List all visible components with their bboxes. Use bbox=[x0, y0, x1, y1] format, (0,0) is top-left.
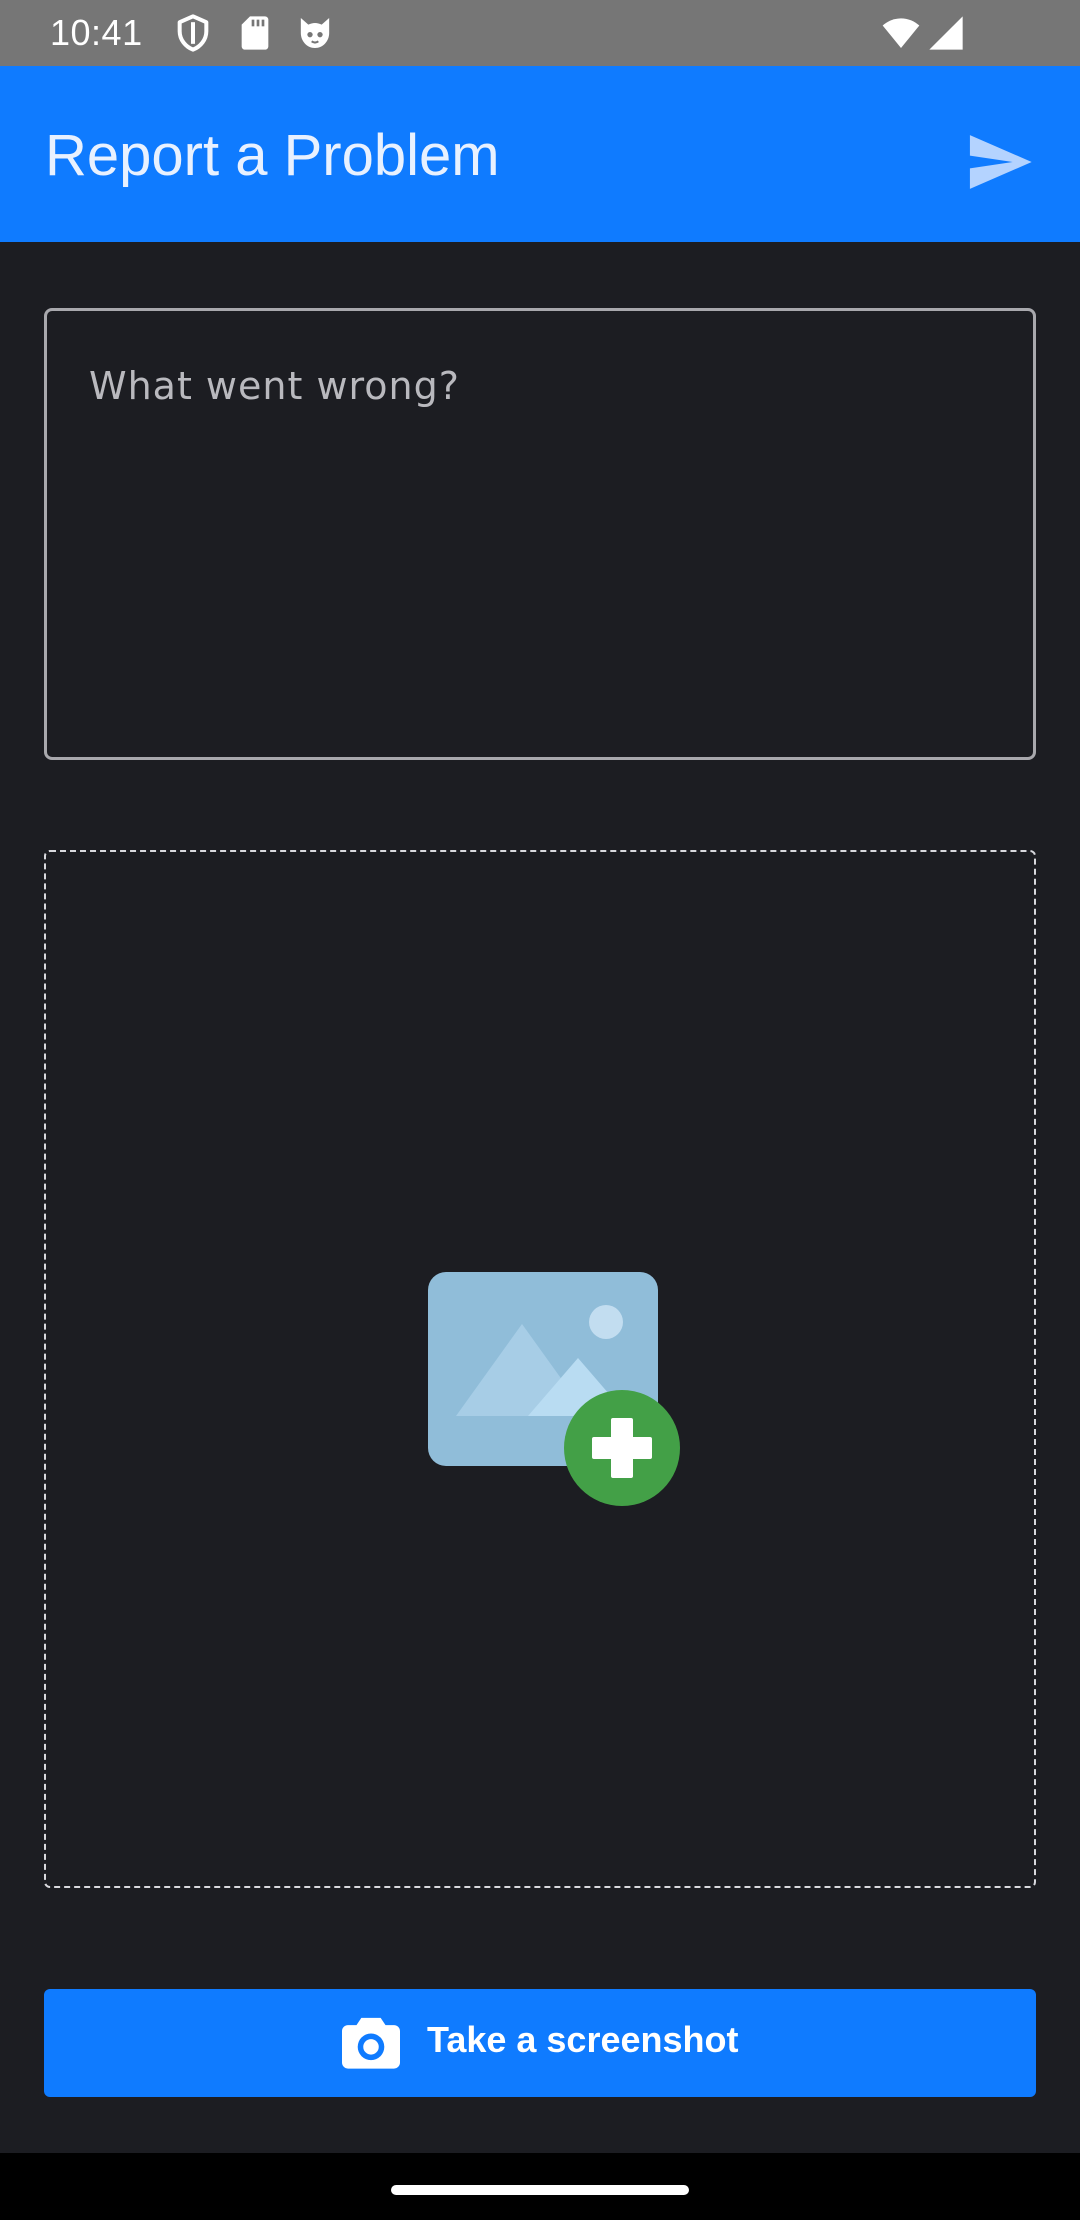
send-button[interactable] bbox=[962, 124, 1038, 200]
take-screenshot-button[interactable]: Take a screenshot bbox=[44, 1989, 1036, 2097]
status-time: 10:41 bbox=[50, 12, 143, 53]
send-icon bbox=[969, 135, 1032, 189]
sd-card-icon bbox=[235, 13, 275, 53]
camera-icon bbox=[342, 2015, 400, 2069]
status-bar: 10:41 bbox=[0, 0, 1080, 66]
cellular-signal-icon bbox=[926, 13, 966, 53]
attachment-drop-zone[interactable] bbox=[44, 850, 1036, 1888]
app-bar: Report a Problem bbox=[0, 66, 1080, 242]
page-title: Report a Problem bbox=[45, 123, 500, 188]
description-input[interactable] bbox=[47, 311, 1033, 757]
description-field[interactable] bbox=[44, 308, 1036, 760]
add-image-icon[interactable] bbox=[428, 1272, 684, 1512]
wifi-icon bbox=[880, 13, 922, 53]
cat-face-icon bbox=[295, 13, 335, 53]
home-indicator[interactable] bbox=[391, 2185, 689, 2195]
navigation-bar bbox=[0, 2153, 1080, 2220]
shield-icon bbox=[173, 13, 213, 53]
take-screenshot-label: Take a screenshot bbox=[427, 2019, 739, 2060]
